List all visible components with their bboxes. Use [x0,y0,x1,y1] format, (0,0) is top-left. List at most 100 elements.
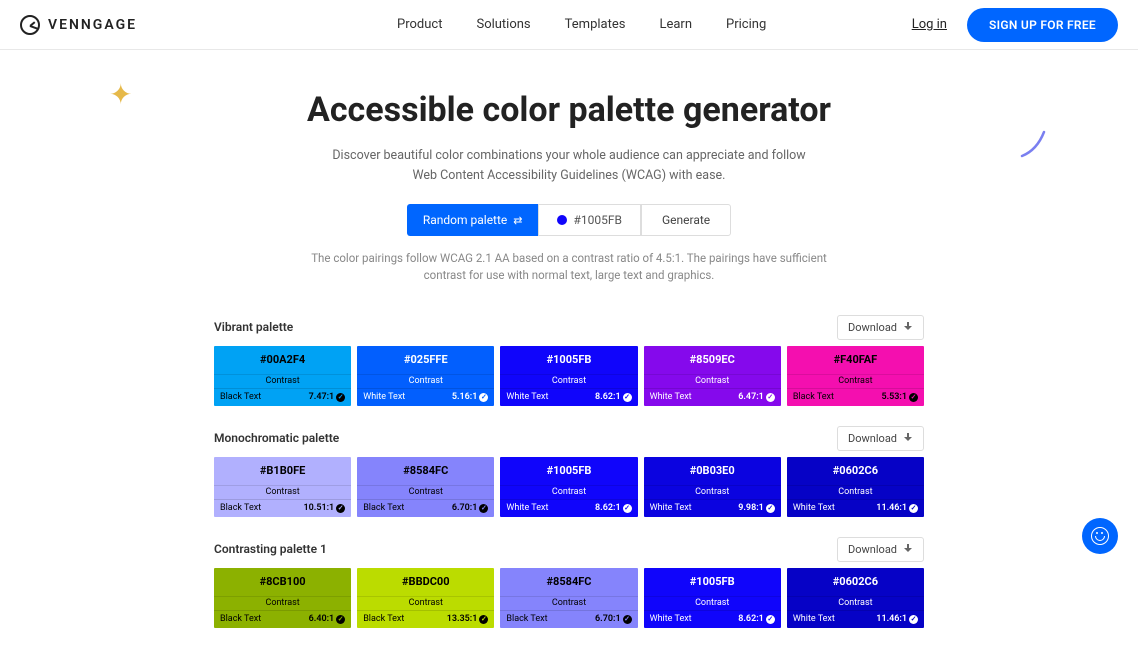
color-swatch[interactable]: #B1B0FEContrastBlack Text10.51:1✓ [214,457,351,517]
swatch-text-label: White Text [506,392,548,402]
color-swatch[interactable]: #BBDC00ContrastBlack Text13.35:1✓ [357,568,494,628]
swoosh-icon [1019,130,1049,160]
swatch-ratio: 9.98:1✓ [738,503,775,513]
swatch-text-label: Black Text [220,503,261,513]
swatch-ratio: 13.35:1✓ [447,614,489,624]
swatch-hex: #8584FC [357,457,494,485]
swatch-contrast-row: Black Text6.70:1✓ [500,610,637,628]
swatch-contrast-row: Black Text7.47:1✓ [214,388,351,406]
swatch-contrast-label: Contrast [644,374,781,388]
palette-title: Contrasting palette 1 [214,542,327,556]
color-swatch[interactable]: #8509ECContrastWhite Text6.47:1✓ [644,346,781,406]
swatch-contrast-label: Contrast [357,374,494,388]
nav-solutions[interactable]: Solutions [476,17,530,32]
check-icon: ✓ [479,504,488,513]
swatch-text-label: Black Text [220,392,261,402]
swatch-row: #8CB100ContrastBlack Text6.40:1✓#BBDC00C… [214,568,924,628]
color-swatch[interactable]: #8584FCContrastBlack Text6.70:1✓ [500,568,637,628]
help-button[interactable] [1082,518,1118,554]
check-icon: ✓ [623,615,632,624]
random-palette-button[interactable]: Random palette ⇄ [407,204,539,236]
swatch-hex: #1005FB [500,457,637,485]
swatch-text-label: Black Text [506,614,547,624]
check-icon: ✓ [623,504,632,513]
download-label: Download [848,432,897,445]
check-icon: ✓ [336,504,345,513]
color-swatch[interactable]: #025FFEContrast White Text 5.16:1✓ [357,346,494,406]
color-swatch[interactable]: #0B03E0ContrastWhite Text9.98:1✓ [644,457,781,517]
swatch-ratio: 6.40:1✓ [309,614,346,624]
swatch-contrast-label: Contrast [500,596,637,610]
color-swatch[interactable]: #8CB100Contrast Black Text 6.40:1✓ [214,568,351,628]
color-swatch[interactable]: #1005FBContrastWhite Text8.62:1✓ [500,346,637,406]
swatch-contrast-row: White Text8.62:1✓ [644,610,781,628]
swatch-contrast-row: Black Text 6.40:1✓ [214,610,351,628]
header-right: Log in SIGN UP FOR FREE [912,8,1118,42]
swatch-ratio: 8.62:1✓ [595,392,632,402]
color-swatch[interactable]: #1005FBContrastWhite Text8.62:1✓ [500,457,637,517]
color-swatch[interactable]: #0602C6ContrastWhite Text11.46:1✓ [787,457,924,517]
swatch-hex: #B1B0FE [214,457,351,485]
color-hex-value: #1005FB [573,213,621,227]
swatch-contrast-label: Contrast [787,374,924,388]
check-icon: ✓ [909,393,918,402]
swatch-contrast-label: Contrast [357,485,494,499]
swatch-text-label: White Text [363,392,405,402]
download-button[interactable]: Download [837,426,924,451]
nav-pricing[interactable]: Pricing [726,17,766,32]
swatch-hex: #F40FAF [787,346,924,374]
swatch-hex: #8CB100 [214,568,351,596]
swatch-text-label: Black Text [793,392,834,402]
swatch-contrast-label: Contrast [214,374,351,388]
palette-header: Monochromatic paletteDownload [214,426,924,451]
color-swatch[interactable]: #0602C6ContrastWhite Text11.46:1✓ [787,568,924,628]
smile-icon [1091,527,1109,545]
palettes-container: Vibrant paletteDownload#00A2F4ContrastBl… [214,315,924,628]
swatch-contrast-label: Contrast [500,485,637,499]
swatch-contrast-row: White Text6.47:1✓ [644,388,781,406]
swatch-ratio: 5.16:1✓ [452,392,489,402]
main-nav: Product Solutions Templates Learn Pricin… [397,17,766,32]
nav-product[interactable]: Product [397,17,442,32]
swatch-hex: #025FFE [357,346,494,374]
swatch-contrast-label: Contrast [644,596,781,610]
nav-templates[interactable]: Templates [565,17,626,32]
palette-group: Vibrant paletteDownload#00A2F4ContrastBl… [214,315,924,406]
swatch-contrast-label: Contrast [214,596,351,610]
nav-learn[interactable]: Learn [659,17,692,32]
check-icon: ✓ [479,393,488,402]
color-swatch[interactable]: #00A2F4ContrastBlack Text7.47:1✓ [214,346,351,406]
download-button[interactable]: Download [837,537,924,562]
color-swatch[interactable]: #F40FAFContrastBlack Text5.53:1✓ [787,346,924,406]
swatch-contrast-label: Contrast [787,485,924,499]
swatch-ratio: 11.46:1✓ [876,614,918,624]
swatch-hex: #8584FC [500,568,637,596]
swatch-text-label: Black Text [220,614,261,624]
check-icon: ✓ [766,393,775,402]
signup-button[interactable]: SIGN UP FOR FREE [967,8,1118,42]
swatch-contrast-row: White Text 5.16:1✓ [357,388,494,406]
logo-icon [20,15,40,35]
random-palette-label: Random palette [423,213,507,227]
login-link[interactable]: Log in [912,17,947,32]
check-icon: ✓ [909,504,918,513]
swatch-contrast-label: Contrast [644,485,781,499]
wcag-note: The color pairings follow WCAG 2.1 AA ba… [299,250,839,285]
check-icon: ✓ [623,393,632,402]
swatch-hex: #8509EC [644,346,781,374]
generate-button[interactable]: Generate [641,204,731,236]
swatch-contrast-row: Black Text5.53:1✓ [787,388,924,406]
color-swatch[interactable]: #8584FCContrastBlack Text6.70:1✓ [357,457,494,517]
swatch-contrast-row: White Text 8.62:1✓ [500,388,637,406]
check-icon: ✓ [766,615,775,624]
swatch-hex: #00A2F4 [214,346,351,374]
logo[interactable]: VENNGAGE [20,15,137,35]
palette-title: Vibrant palette [214,320,293,334]
swatch-contrast-row: White Text9.98:1✓ [644,499,781,517]
swatch-text-label: White Text [650,392,692,402]
swatch-text-label: White Text [650,614,692,624]
brand-name: VENNGAGE [48,17,137,33]
download-button[interactable]: Download [837,315,924,340]
color-input[interactable]: #1005FB [538,204,640,236]
color-swatch[interactable]: #1005FBContrastWhite Text8.62:1✓ [644,568,781,628]
